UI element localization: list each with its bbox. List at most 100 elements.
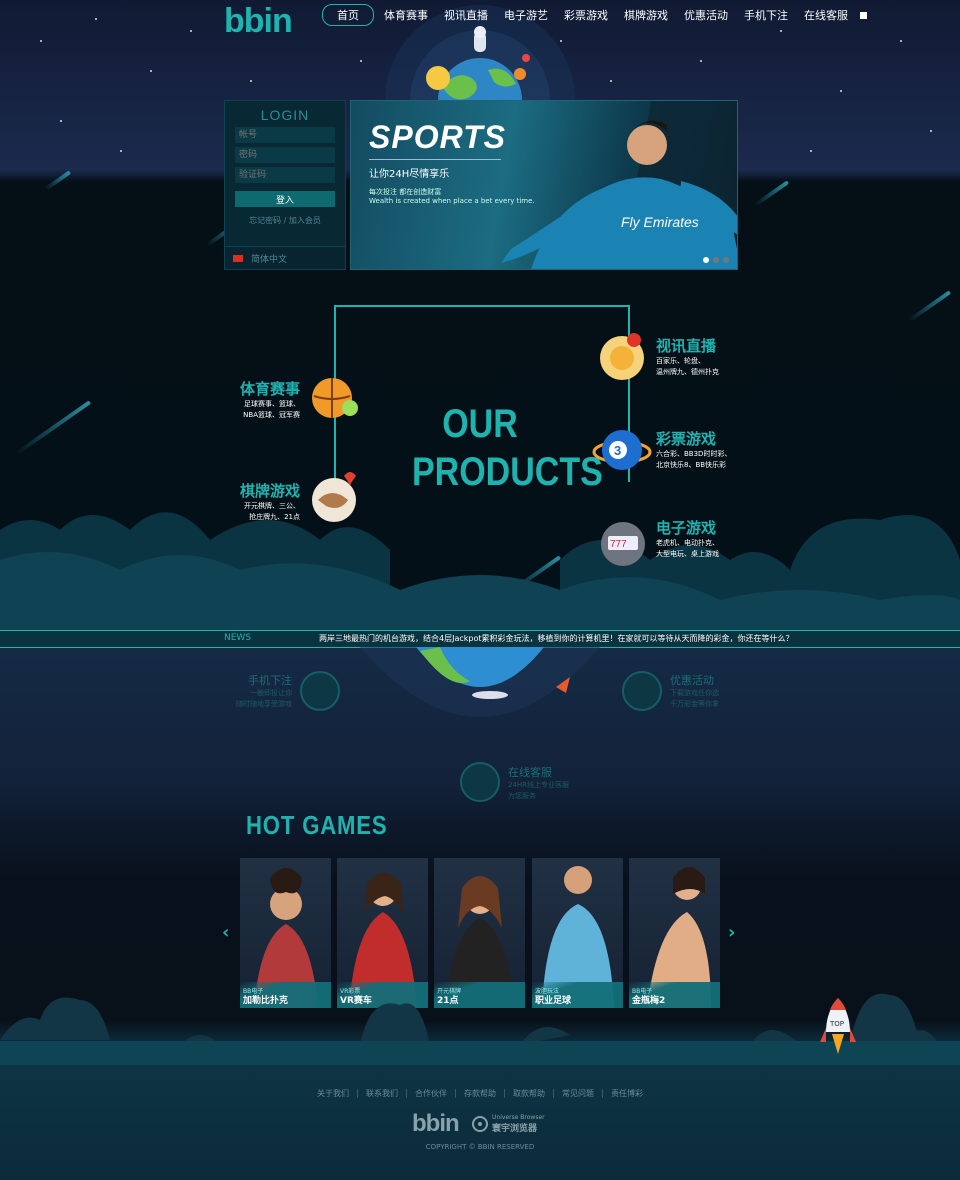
svg-text:3: 3 xyxy=(614,443,621,458)
category-sports-title: 体育赛事 xyxy=(239,380,300,398)
carousel-dots xyxy=(703,257,729,263)
banner-line2: Wealth is created when place a bet every… xyxy=(369,197,535,205)
category-chess-desc1: 开元棋牌、三公、 xyxy=(244,502,300,510)
nav-support[interactable]: 在线客服 xyxy=(796,4,856,26)
footer-link[interactable]: 责任博彩 xyxy=(603,1089,651,1098)
carousel-dot[interactable] xyxy=(723,257,729,263)
footer-logo: bbin xyxy=(412,1110,460,1137)
footer-link[interactable]: 合作伙伴 xyxy=(407,1089,456,1098)
captcha-input[interactable] xyxy=(235,167,335,183)
comet-decoration xyxy=(15,400,92,456)
basketball-icon xyxy=(312,378,358,418)
slot-machine-icon: 777 xyxy=(601,522,645,566)
feature-promo-desc2: 千万彩金等你拿 xyxy=(670,700,719,708)
cards-globe-icon xyxy=(312,472,356,522)
main-nav: 首页 体育赛事 视讯直播 电子游艺 彩票游戏 棋牌游戏 优惠活动 手机下注 在线… xyxy=(322,4,867,26)
footer-link[interactable]: 常见问题 xyxy=(554,1089,603,1098)
browser-name-cn: 寰宇浏览器 xyxy=(492,1124,538,1134)
language-label: 简体中文 xyxy=(251,254,288,265)
carousel-next-arrow-icon[interactable]: › xyxy=(728,922,735,943)
news-label: NEWS xyxy=(224,633,252,643)
category-live[interactable]: 视讯直播 百家乐、轮盘、 温州牌九、德州扑克 xyxy=(656,335,736,378)
feature-service-title: 在线客服 xyxy=(508,766,552,779)
news-text[interactable]: 两岸三地最热门的机台游戏，结合4层Jackpot累积彩金玩法，移植到你的计算机里… xyxy=(319,633,794,644)
category-lottery[interactable]: 彩票游戏 六合彩、BB3D时时彩、 北京快乐8、BB快乐彩 xyxy=(656,428,746,471)
comet-decoration xyxy=(44,170,72,191)
banner-title: SPORTS xyxy=(369,119,506,155)
carousel-prev-arrow-icon[interactable]: ‹ xyxy=(222,922,229,943)
carousel-dot[interactable] xyxy=(703,257,709,263)
account-input[interactable] xyxy=(235,127,335,143)
feature-mobile-title: 手机下注 xyxy=(248,674,292,687)
feature-promo-desc1: 下载游戏任你选 xyxy=(670,689,719,697)
footer-link[interactable]: 存款帮助 xyxy=(456,1089,505,1098)
universe-browser-icon xyxy=(472,1116,488,1132)
category-live-title: 视讯直播 xyxy=(656,337,717,355)
category-egames-title: 电子游戏 xyxy=(656,519,717,537)
feature-service[interactable]: 在线客服 24HR线上专业客服 为您服务 xyxy=(508,764,588,802)
nav-promotions[interactable]: 优惠活动 xyxy=(676,4,736,26)
banner-subtitle: 让你24H尽情享乐 xyxy=(369,169,450,180)
category-egames-desc1: 老虎机、电动扑克、 xyxy=(656,539,719,547)
player-illustration: Fly Emirates xyxy=(501,101,737,269)
carousel-dot[interactable] xyxy=(713,257,719,263)
comet-decoration xyxy=(907,290,952,323)
china-flag-icon xyxy=(233,254,243,262)
footer-link[interactable]: 关于我们 xyxy=(309,1089,358,1098)
category-lottery-desc2: 北京快乐8、BB快乐彩 xyxy=(656,461,727,469)
login-title: LOGIN xyxy=(260,107,310,123)
feature-promo[interactable]: 优惠活动 下载游戏任你选 千万彩金等你拿 xyxy=(670,672,740,710)
sports-banner[interactable]: Fly Emirates SPORTS 让你24H尽情享乐 每次投注 都在创造财… xyxy=(350,100,738,270)
feature-promo-title: 优惠活动 xyxy=(670,674,714,687)
live-casino-icon xyxy=(600,333,644,380)
nav-sports[interactable]: 体育赛事 xyxy=(376,4,436,26)
feature-service-desc2: 为您服务 xyxy=(508,792,536,800)
category-chess[interactable]: 棋牌游戏 开元棋牌、三公、 抢庄牌九、21点 xyxy=(226,480,300,523)
category-sports[interactable]: 体育赛事 足球赛事、篮球、 NBA篮球、冠军赛 xyxy=(226,378,300,421)
nav-lottery[interactable]: 彩票游戏 xyxy=(556,4,616,26)
footer-links: 关于我们 联系我们 合作伙伴 存款帮助 取款帮助 常见问题 责任博彩 xyxy=(0,1088,960,1099)
browser-name-en: Universe Browser xyxy=(492,1114,545,1121)
rocket-top-icon[interactable]: TOP xyxy=(820,998,856,1054)
banner-rule xyxy=(369,159,501,160)
password-input[interactable] xyxy=(235,147,335,163)
category-chess-title: 棋牌游戏 xyxy=(239,482,300,500)
category-sports-desc1: 足球赛事、篮球、 xyxy=(244,400,300,408)
promo-percent-icon[interactable] xyxy=(622,671,662,711)
nav-home[interactable]: 首页 xyxy=(322,4,374,26)
ground-silhouette xyxy=(0,993,960,1065)
category-chess-desc2: 抢庄牌九、21点 xyxy=(249,513,300,521)
browser-logo: Universe Browser 寰宇浏览器 xyxy=(472,1114,545,1134)
site-logo[interactable]: bbin xyxy=(224,2,293,41)
mobile-phone-icon[interactable] xyxy=(300,671,340,711)
category-lottery-title: 彩票游戏 xyxy=(656,430,717,448)
copyright: COPYRIGHT © BBIN RESERVED xyxy=(425,1143,535,1151)
menu-square-icon[interactable] xyxy=(860,11,867,19)
nav-chess[interactable]: 棋牌游戏 xyxy=(616,4,676,26)
products-heading-line1: OUR xyxy=(442,402,518,446)
svg-text:777: 777 xyxy=(610,539,627,550)
comet-decoration xyxy=(754,180,790,207)
nav-egames[interactable]: 电子游艺 xyxy=(496,4,556,26)
shirt-sponsor-text: Fly Emirates xyxy=(621,214,699,230)
footer-link[interactable]: 联系我们 xyxy=(358,1089,407,1098)
login-panel: LOGIN 登入 忘记密码 / 加入会员 简体中文 xyxy=(224,100,346,270)
nav-mobile[interactable]: 手机下注 xyxy=(736,4,796,26)
category-egames[interactable]: 电子游戏 老虎机、电动扑克、 大型电玩、桌上游戏 xyxy=(656,517,736,560)
news-ticker: NEWS 两岸三地最热门的机台游戏，结合4层Jackpot累积彩金玩法，移植到你… xyxy=(0,630,960,648)
category-sports-desc2: NBA篮球、冠军赛 xyxy=(243,411,300,419)
language-selector[interactable]: 简体中文 xyxy=(225,246,345,269)
products-heading: OUR PRODUCTS xyxy=(412,400,603,496)
category-live-desc2: 温州牌九、德州扑克 xyxy=(656,368,719,376)
hot-games-heading: HOT GAMES xyxy=(246,810,388,840)
feature-mobile[interactable]: 手机下注 一触即投让你 随时随地享受游戏 xyxy=(230,672,292,710)
forgot-join-links[interactable]: 忘记密码 / 加入会员 xyxy=(225,215,345,226)
lottery-ball-icon: 3 xyxy=(592,430,652,470)
footer-link[interactable]: 取款帮助 xyxy=(505,1089,554,1098)
customer-service-icon[interactable] xyxy=(460,762,500,802)
login-button[interactable]: 登入 xyxy=(235,191,335,207)
nav-live[interactable]: 视讯直播 xyxy=(436,4,496,26)
category-live-desc1: 百家乐、轮盘、 xyxy=(656,357,705,365)
banner-line1: 每次投注 都在创造财富 xyxy=(369,188,442,196)
feature-service-desc1: 24HR线上专业客服 xyxy=(508,781,570,789)
